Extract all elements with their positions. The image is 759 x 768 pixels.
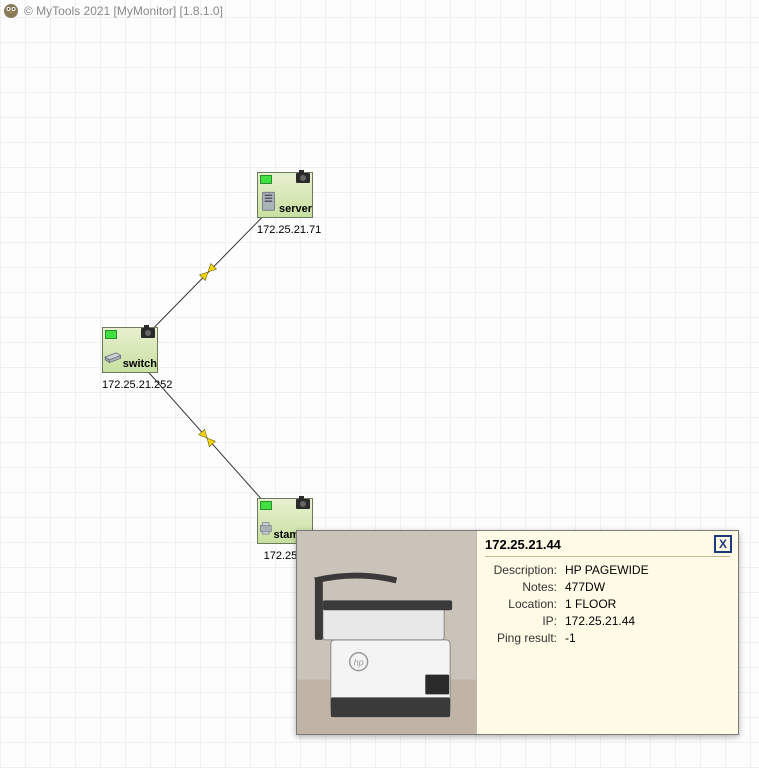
camera-icon: [296, 173, 310, 183]
svg-text:hp: hp: [354, 658, 364, 668]
node-label: switch: [123, 359, 157, 370]
status-led-green: [260, 501, 272, 510]
info-key: Ping result:: [485, 631, 565, 645]
device-info-title: 172.25.21.44: [485, 537, 730, 557]
device-info-panel: 172.25.21.44 X Description: HP PAGEWIDE …: [477, 531, 738, 734]
status-led-green: [260, 175, 272, 184]
info-row-location: Location: 1 FLOOR: [485, 597, 730, 611]
info-row-description: Description: HP PAGEWIDE: [485, 563, 730, 577]
info-key: Notes:: [485, 580, 565, 594]
camera-icon: [296, 499, 310, 509]
status-led-green: [105, 330, 117, 339]
printer-icon: [258, 513, 273, 543]
node-ip: 172.25.21.71: [257, 224, 321, 236]
window-titlebar: © MyTools 2021 [MyMonitor] [1.8.1.0]: [3, 3, 223, 19]
device-info-popup: hp 172.25.21.44 X Description: HP PAGEWI…: [296, 530, 739, 735]
info-key: Description:: [485, 563, 565, 577]
info-val: 1 FLOOR: [565, 597, 616, 611]
node-server[interactable]: server 172.25.21.71: [257, 172, 321, 236]
info-val: 172.25.21.44: [565, 614, 635, 628]
owl-icon: [3, 3, 19, 19]
node-server-box[interactable]: server: [257, 172, 313, 218]
camera-icon: [141, 328, 155, 338]
server-icon: [258, 187, 279, 217]
node-switch-box[interactable]: switch: [102, 327, 158, 373]
info-val: -1: [565, 631, 576, 645]
info-val: HP PAGEWIDE: [565, 563, 649, 577]
info-key: IP:: [485, 614, 565, 628]
window-title: © MyTools 2021 [MyMonitor] [1.8.1.0]: [24, 4, 223, 18]
node-ip: 172.25.21.252: [102, 379, 172, 391]
info-key: Location:: [485, 597, 565, 611]
node-label: server: [279, 204, 312, 215]
node-switch[interactable]: switch 172.25.21.252: [102, 327, 172, 391]
info-val: 477DW: [565, 580, 605, 594]
info-row-ip: IP: 172.25.21.44: [485, 614, 730, 628]
close-button[interactable]: X: [714, 535, 732, 553]
switch-icon: [103, 342, 123, 372]
info-row-notes: Notes: 477DW: [485, 580, 730, 594]
device-photo: hp: [297, 531, 477, 734]
info-row-ping: Ping result: -1: [485, 631, 730, 645]
